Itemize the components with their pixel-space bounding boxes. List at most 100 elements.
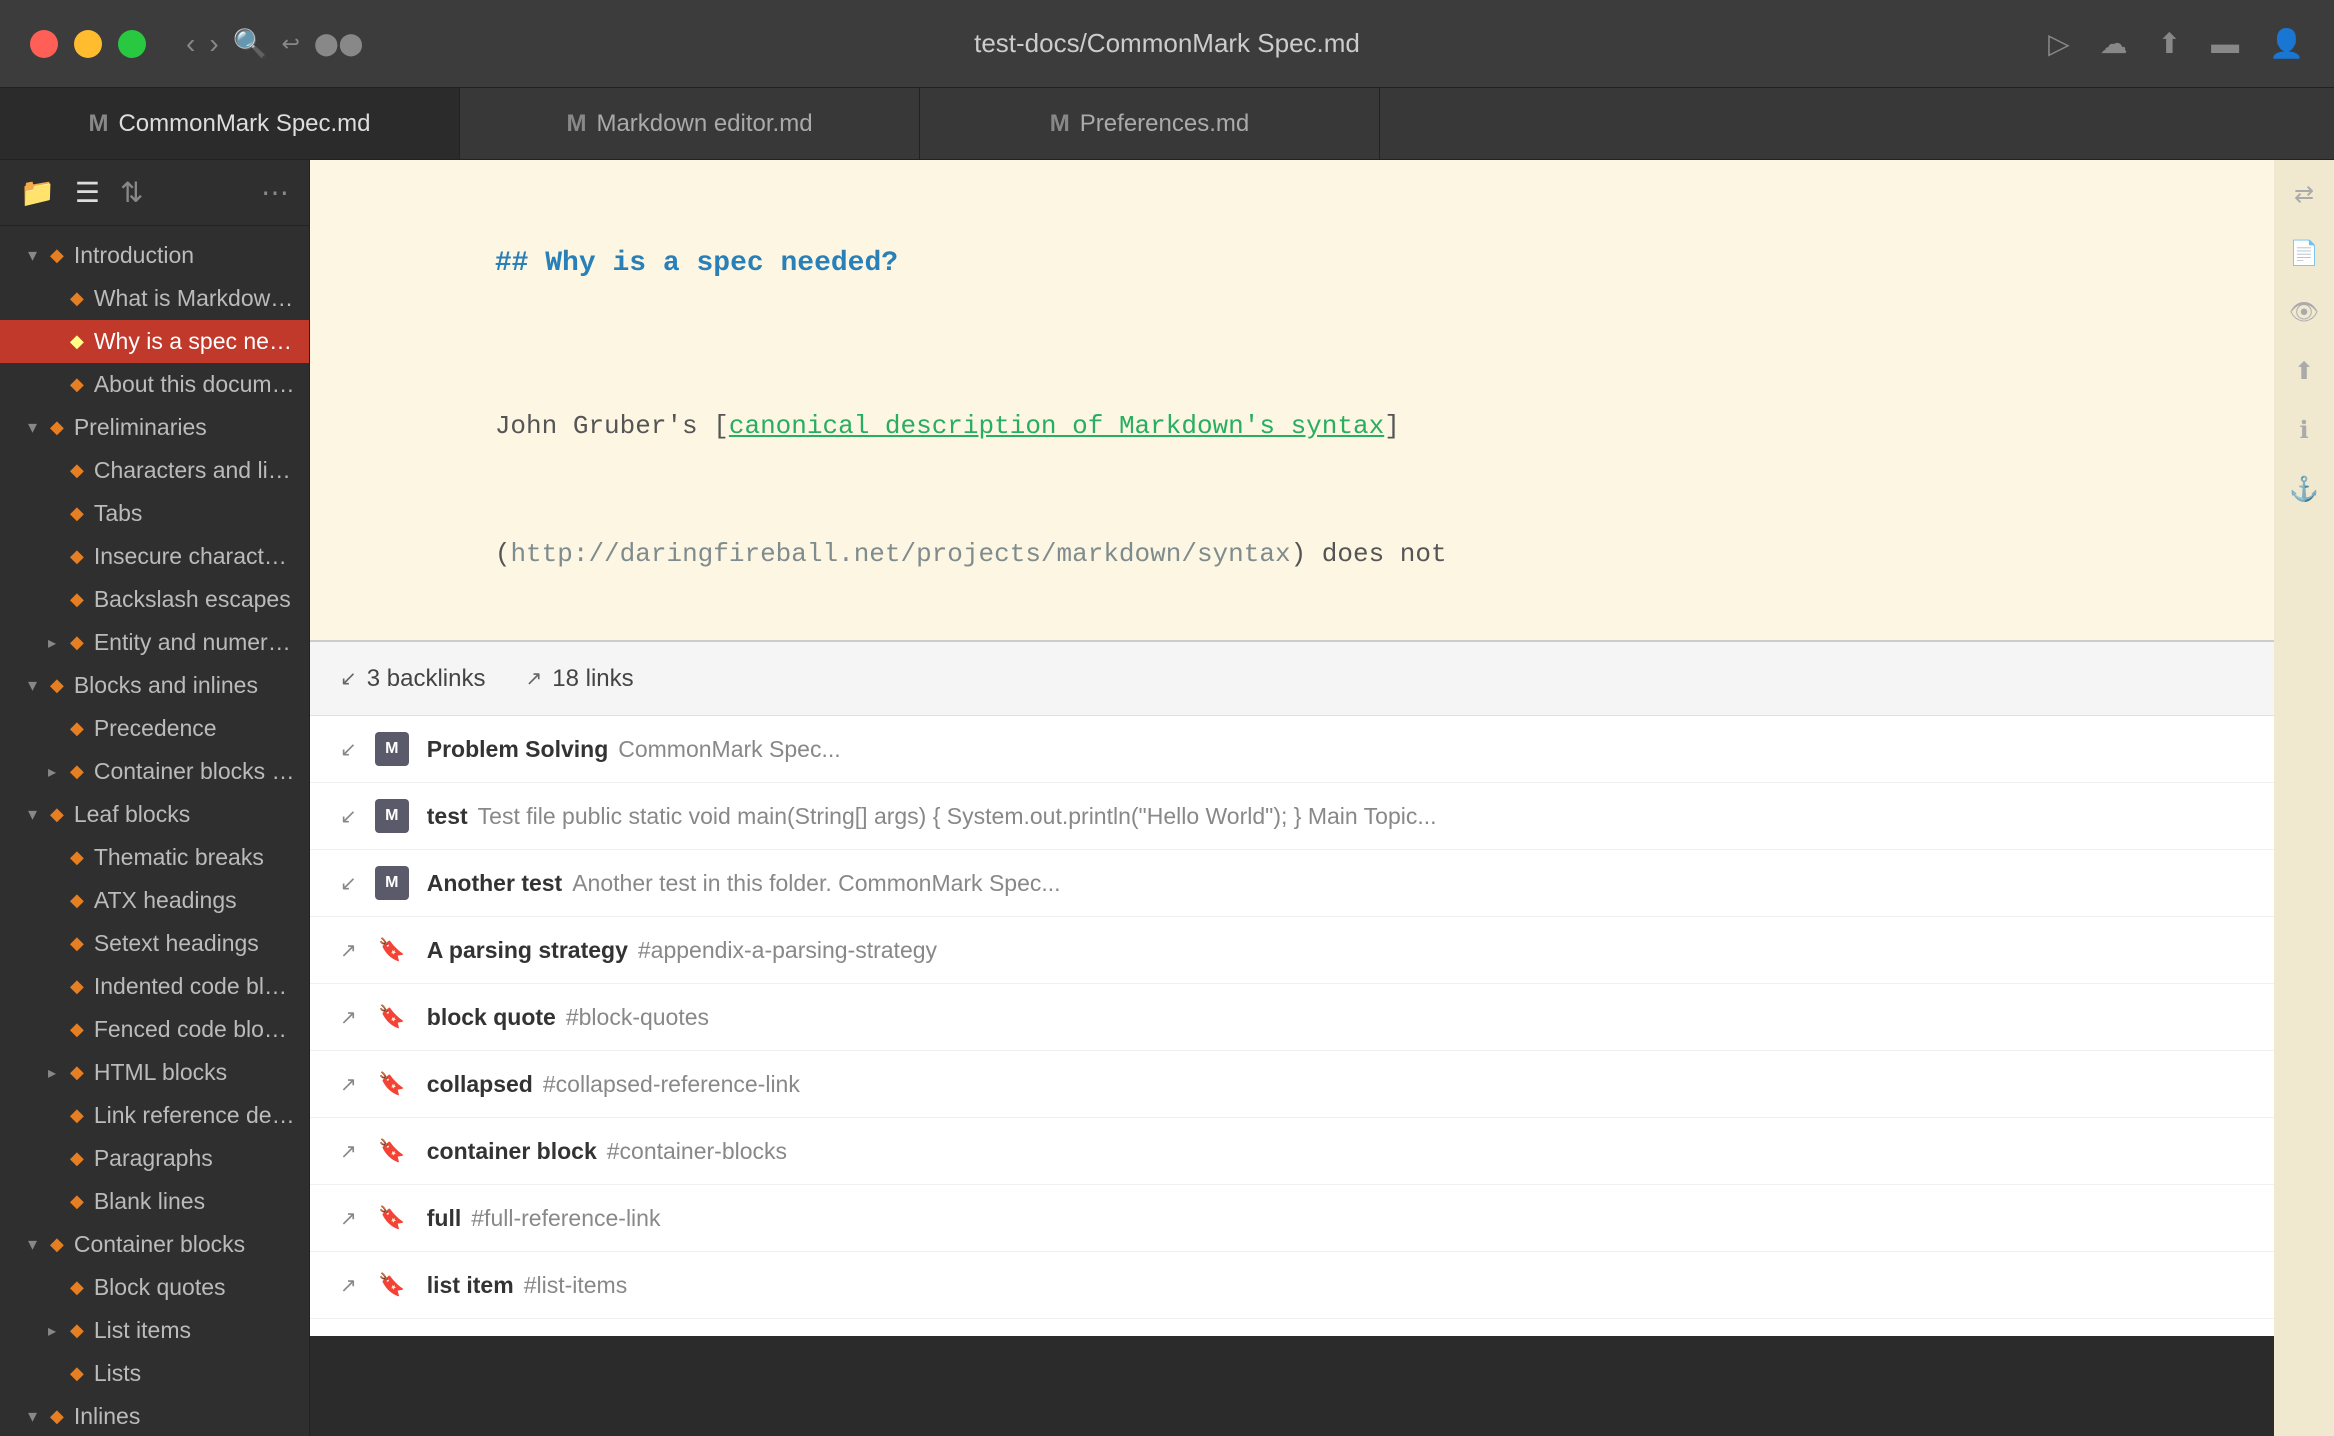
editor-heading: ## Why is a spec needed? [370, 200, 2274, 328]
tab-preferences[interactable]: M Preferences.md [920, 88, 1380, 159]
link-item-block-quote[interactable]: ↗ 🔖 block quote #block-quotes [310, 984, 2334, 1051]
link-item-shortcut[interactable]: ↗ 🔖 shortcut #shortcut-reference-link [310, 1319, 2334, 1336]
chevron-down-icon: ▾ [28, 675, 50, 696]
close-button[interactable] [30, 30, 58, 58]
share-icon[interactable]: ⬆ [2158, 27, 2181, 60]
sort-icon[interactable]: ⇅ [120, 176, 143, 209]
link-type-md-icon: M [375, 866, 409, 900]
forward-button[interactable]: › [209, 28, 218, 60]
sidebar-item-thematic-breaks[interactable]: ◆ Thematic breaks [0, 836, 309, 879]
sidebar-item-list-items[interactable]: ▸ ◆ List items [0, 1309, 309, 1352]
link-item-parsing-strategy[interactable]: ↗ 🔖 A parsing strategy #appendix-a-parsi… [310, 917, 2334, 984]
links-tab[interactable]: ↗ 18 links [526, 665, 634, 693]
sidebar-item-backslash[interactable]: ◆ Backslash escapes [0, 578, 309, 621]
folder-icon[interactable]: 📁 [20, 176, 55, 209]
link-type-bookmark-icon: 🔖 [375, 1000, 409, 1034]
back-icon2[interactable]: ↩ [282, 31, 300, 57]
tab-prefix-0: M [88, 110, 108, 138]
tab-markdown-editor[interactable]: M Markdown editor.md [460, 88, 920, 159]
note-icon[interactable]: 📄 [2289, 239, 2319, 268]
link-name: test [427, 803, 468, 830]
link-arrow-icon: ↗ [340, 1273, 357, 1298]
links-tab-icon: ↗ [526, 666, 543, 691]
diamond-icon: ◆ [70, 460, 84, 481]
sidebar-group-leaf-blocks[interactable]: ▾ ◆ Leaf blocks [0, 793, 309, 836]
account-icon[interactable]: 👤 [2269, 27, 2304, 60]
item-label: Backslash escapes [94, 586, 291, 613]
item-label: Paragraphs [94, 1145, 213, 1172]
folder-icon: ◆ [50, 417, 64, 438]
tab-commonmark[interactable]: M CommonMark Spec.md [0, 88, 460, 159]
sidebar-group-preliminaries[interactable]: ▾ ◆ Preliminaries [0, 406, 309, 449]
editor-content[interactable]: ## Why is a spec needed? John Gruber's [… [310, 160, 2334, 640]
sidebar-group-container-blocks[interactable]: ▾ ◆ Container blocks [0, 1223, 309, 1266]
group-label-introduction: Introduction [74, 242, 194, 269]
info-icon[interactable]: ℹ [2299, 416, 2308, 445]
diamond-icon: ◆ [70, 933, 84, 954]
link-item-problem-solving[interactable]: ↙ M Problem Solving CommonMark Spec... [310, 716, 2334, 783]
item-label: Lists [94, 1360, 141, 1387]
item-label: Indented code blocks [94, 973, 295, 1000]
diamond-icon: ◆ [70, 1019, 84, 1040]
links-icon[interactable]: ⇄ [2294, 180, 2314, 209]
play-icon[interactable]: ▷ [2048, 27, 2070, 60]
diamond-icon: ◆ [70, 1191, 84, 1212]
search-icon[interactable]: 🔍 [233, 27, 268, 60]
sidebar-item-characters-lines[interactable]: ◆ Characters and lines [0, 449, 309, 492]
link-type-bookmark-icon: 🔖 [375, 1268, 409, 1302]
link-item-another-test[interactable]: ↙ M Another test Another test in this fo… [310, 850, 2334, 917]
link-item-full[interactable]: ↗ 🔖 full #full-reference-link [310, 1185, 2334, 1252]
maximize-button[interactable] [118, 30, 146, 58]
sidebar-item-tabs[interactable]: ◆ Tabs [0, 492, 309, 535]
list-icon[interactable]: ☰ [75, 176, 100, 209]
sidebar-item-blank-lines[interactable]: ◆ Blank lines [0, 1180, 309, 1223]
diamond-icon: ◆ [70, 1277, 84, 1298]
diamond-icon: ◆ [70, 503, 84, 524]
sidebar-item-container-leaf[interactable]: ▸ ◆ Container blocks and leaf blo... [0, 750, 309, 793]
sidebar-item-entity[interactable]: ▸ ◆ Entity and numeric character... [0, 621, 309, 664]
sidebar-item-what-is-markdown[interactable]: ◆ What is Markdown? [0, 277, 309, 320]
back-button[interactable]: ‹ [186, 28, 195, 60]
link-item-container-block[interactable]: ↗ 🔖 container block #container-blocks [310, 1118, 2334, 1185]
sidebar-group-blocks-inlines[interactable]: ▾ ◆ Blocks and inlines [0, 664, 309, 707]
chevron-down-icon: ▾ [28, 417, 50, 438]
dots-icon[interactable]: ⬤⬤ [314, 31, 363, 57]
link-item-collapsed[interactable]: ↗ 🔖 collapsed #collapsed-reference-link [310, 1051, 2334, 1118]
diamond-icon: ◆ [70, 546, 84, 567]
sidebar-item-precedence[interactable]: ◆ Precedence [0, 707, 309, 750]
sidebar-item-block-quotes[interactable]: ◆ Block quotes [0, 1266, 309, 1309]
sidebar-item-html-blocks[interactable]: ▸ ◆ HTML blocks [0, 1051, 309, 1094]
reader-icon[interactable]: ▬ [2211, 28, 2239, 60]
more-icon[interactable]: ⋯ [261, 176, 289, 209]
sidebar-item-atx-headings[interactable]: ◆ ATX headings [0, 879, 309, 922]
text-segment3: ) does not [1291, 539, 1447, 569]
sidebar-item-paragraphs[interactable]: ◆ Paragraphs [0, 1137, 309, 1180]
preview-icon[interactable]: 👁 [2289, 298, 2319, 327]
text-segment: John Gruber's [ [495, 411, 729, 441]
share-icon[interactable]: ⬆ [2294, 357, 2314, 386]
link-item-test[interactable]: ↙ M test Test file public static void ma… [310, 783, 2334, 850]
sidebar-item-why-spec[interactable]: ◆ Why is a spec needed? [0, 320, 309, 363]
backlinks-tab[interactable]: ↙ 3 backlinks [340, 665, 486, 693]
item-label: Setext headings [94, 930, 259, 957]
item-label: Tabs [94, 500, 143, 527]
sidebar-item-indented-code[interactable]: ◆ Indented code blocks [0, 965, 309, 1008]
anchor-icon[interactable]: ⚓ [2289, 475, 2319, 504]
sidebar-item-insecure[interactable]: ◆ Insecure characters [0, 535, 309, 578]
sidebar-item-lists[interactable]: ◆ Lists [0, 1352, 309, 1395]
chevron-down-icon: ▾ [28, 1406, 50, 1427]
link-desc: Test file public static void main(String… [478, 803, 1437, 830]
sidebar-group-inlines[interactable]: ▾ ◆ Inlines [0, 1395, 309, 1436]
minimize-button[interactable] [74, 30, 102, 58]
sidebar-group-introduction[interactable]: ▾ ◆ Introduction [0, 234, 309, 277]
upload-icon[interactable]: ☁ [2100, 27, 2128, 60]
diamond-icon: ◆ [70, 890, 84, 911]
sidebar-item-fenced-code[interactable]: ◆ Fenced code blocks [0, 1008, 309, 1051]
diamond-icon: ◆ [70, 1105, 84, 1126]
sidebar-item-about[interactable]: ◆ About this document [0, 363, 309, 406]
link-item-list-item[interactable]: ↗ 🔖 list item #list-items [310, 1252, 2334, 1319]
sidebar-item-link-ref[interactable]: ◆ Link reference definitions [0, 1094, 309, 1137]
sidebar-item-setext[interactable]: ◆ Setext headings [0, 922, 309, 965]
chevron-right-icon: ▸ [48, 633, 70, 653]
link-arrow-icon: ↙ [340, 804, 357, 829]
